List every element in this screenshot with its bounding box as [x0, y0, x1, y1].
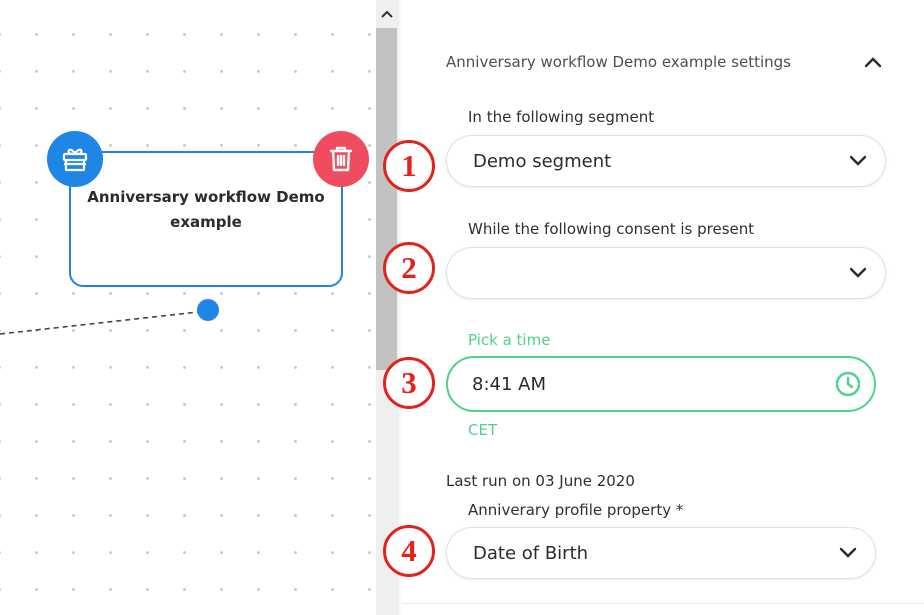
- canvas-scrollbar[interactable]: [376, 0, 397, 615]
- collapse-button[interactable]: [860, 49, 886, 75]
- time-label: Pick a time: [468, 331, 551, 349]
- chevron-down-icon: [849, 155, 867, 166]
- time-input[interactable]: 8:41 AM: [446, 356, 876, 412]
- callout-marker-4: 4: [383, 525, 435, 577]
- chevron-down-icon: [849, 267, 867, 278]
- node-output-port[interactable]: [197, 299, 219, 321]
- callout-marker-1: 1: [383, 140, 435, 192]
- delete-node-button[interactable]: [313, 131, 369, 187]
- callout-marker-2: 2: [383, 242, 435, 294]
- scroll-up-button[interactable]: [376, 0, 397, 28]
- segment-label: In the following segment: [468, 108, 655, 126]
- scroll-thumb[interactable]: [376, 28, 397, 370]
- connector-line: [0, 310, 208, 335]
- consent-select[interactable]: [446, 247, 886, 299]
- chevron-up-icon: [864, 57, 882, 68]
- node-title: Anniversary workflow Demo example: [87, 188, 325, 231]
- callout-marker-3: 3: [383, 357, 435, 409]
- segment-select[interactable]: Demo segment: [446, 135, 886, 187]
- timezone-label: CET: [468, 421, 498, 439]
- profile-property-label: Anniverary profile property *: [468, 501, 684, 519]
- segment-value: Demo segment: [473, 150, 612, 172]
- settings-panel: Anniversary workflow Demo example settin…: [402, 0, 924, 615]
- consent-label: While the following consent is present: [468, 220, 755, 238]
- trash-icon: [329, 146, 353, 172]
- panel-bottom-divider: [402, 603, 924, 604]
- profile-property-value: Date of Birth: [473, 542, 589, 564]
- panel-header[interactable]: Anniversary workflow Demo example settin…: [446, 49, 886, 75]
- chevron-down-icon: [839, 547, 857, 558]
- gift-icon: [47, 131, 103, 187]
- time-value: 8:41 AM: [472, 373, 546, 395]
- profile-property-select[interactable]: Date of Birth: [446, 527, 876, 579]
- last-run-text: Last run on 03 June 2020: [446, 472, 635, 490]
- caret-up-icon: [380, 10, 393, 18]
- panel-title: Anniversary workflow Demo example settin…: [446, 53, 791, 71]
- workflow-canvas[interactable]: Anniversary workflow Demo example: [0, 0, 376, 615]
- clock-icon[interactable]: [834, 370, 862, 398]
- workflow-node[interactable]: Anniversary workflow Demo example: [69, 151, 343, 287]
